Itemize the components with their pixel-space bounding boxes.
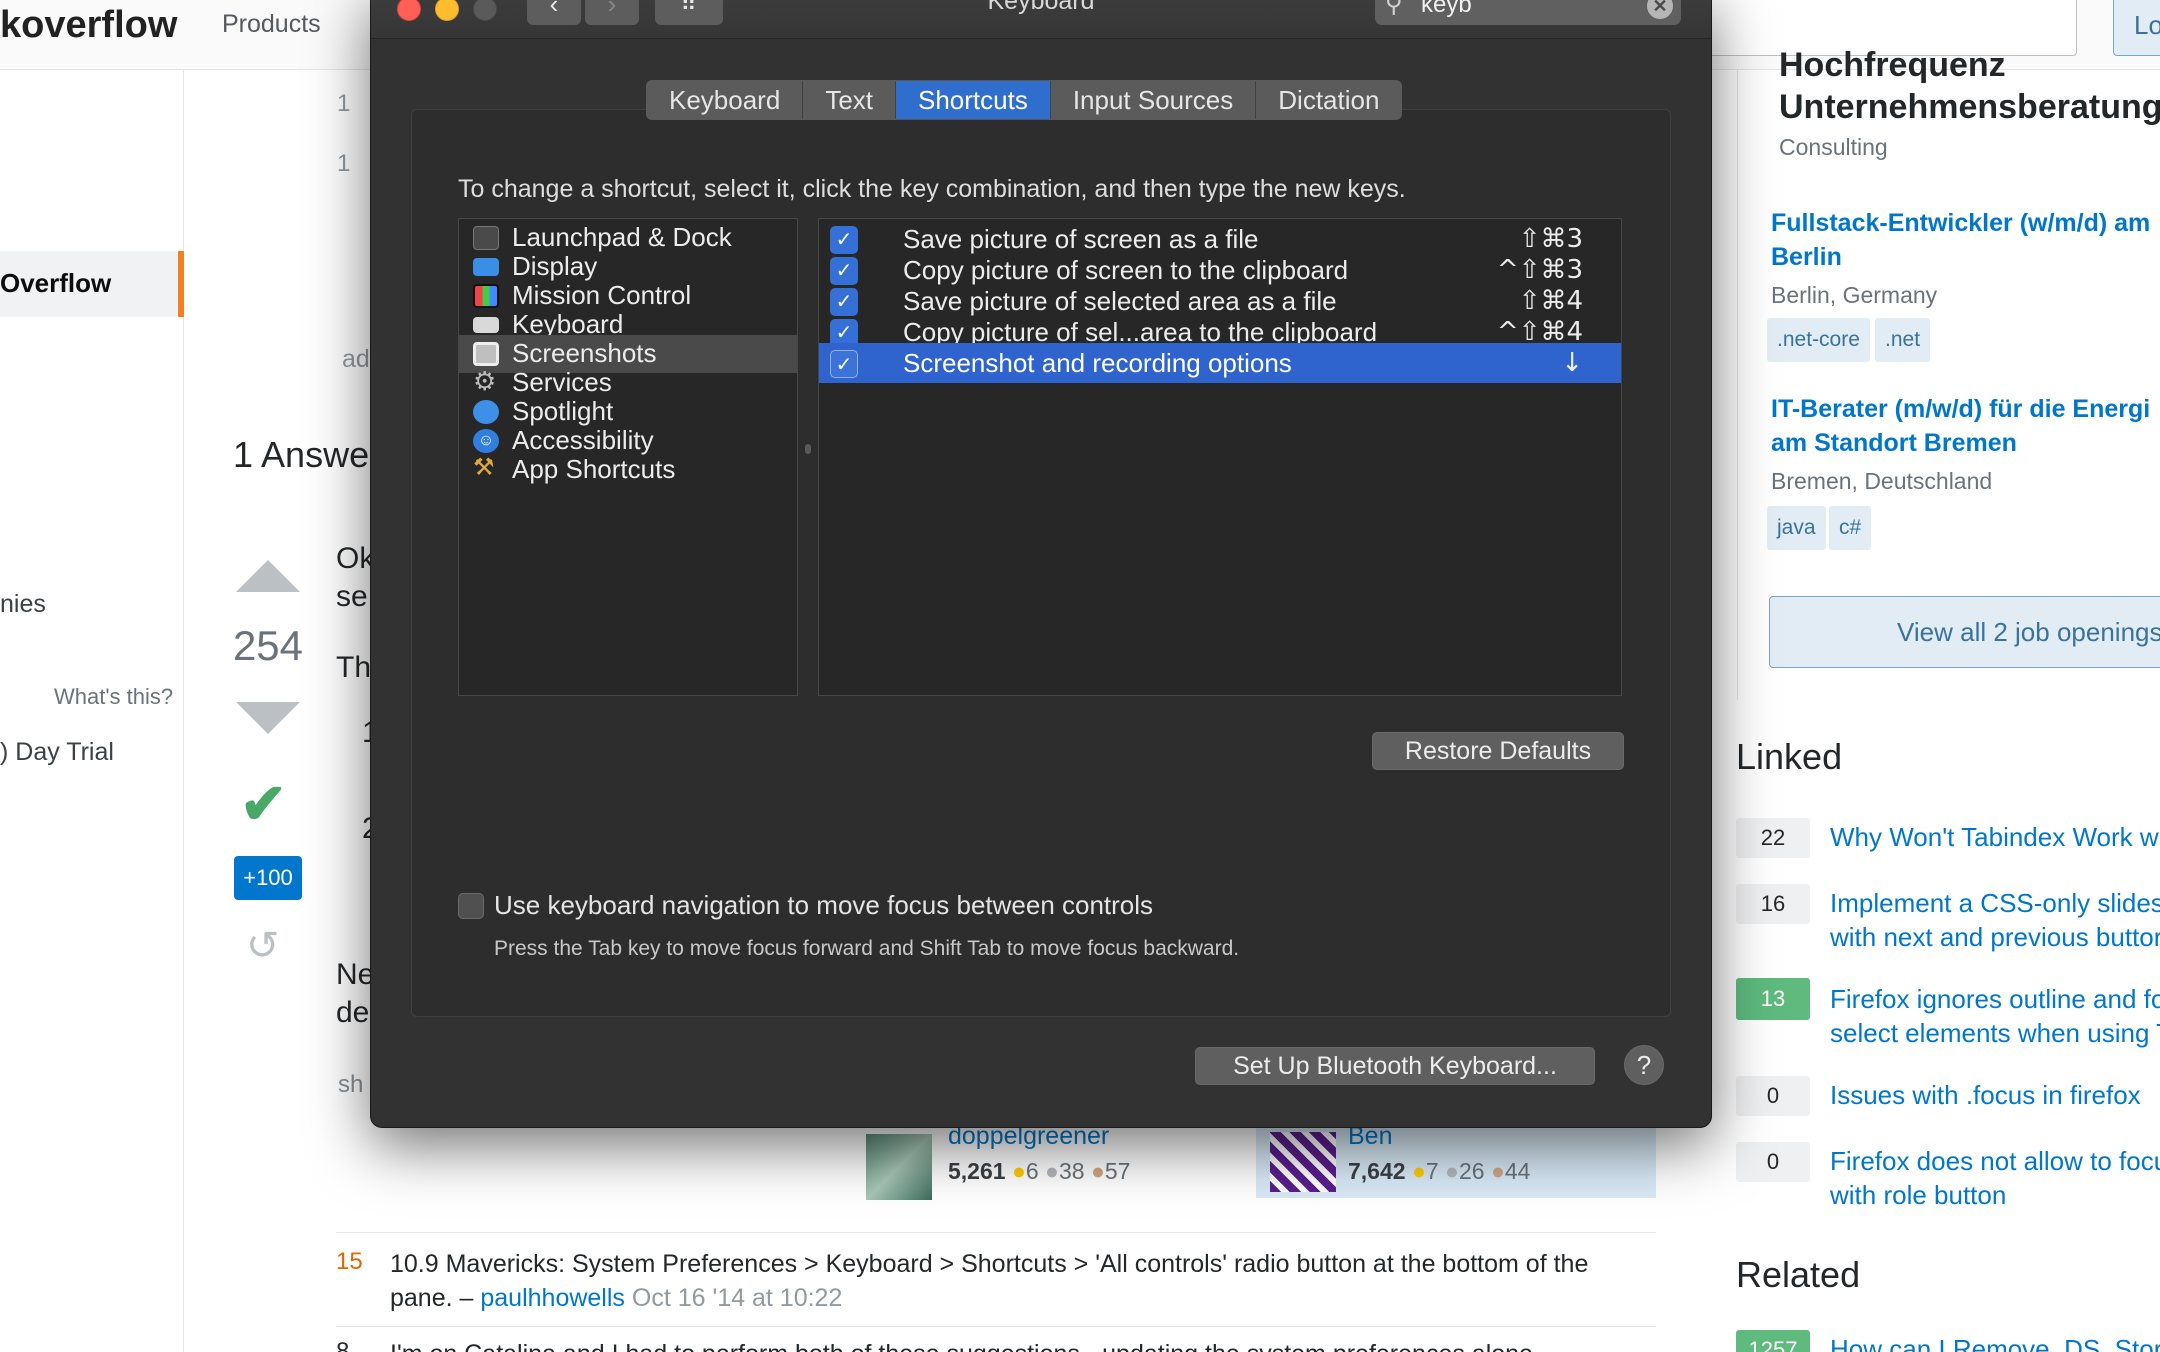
app-shortcuts-icon: ⚒ [473, 454, 495, 481]
avatar[interactable] [1270, 1132, 1336, 1192]
tab-shortcuts[interactable]: Shortcuts [896, 81, 1051, 119]
view-all-jobs-button[interactable]: View all 2 job openings [1769, 596, 2160, 668]
answer-text: Th [336, 651, 372, 684]
shortcut-category-list[interactable]: Launchpad & Dock Display Mission Control… [458, 218, 798, 696]
linked-score: 13 [1736, 978, 1810, 1020]
search-value: keyb [1421, 0, 1472, 18]
linked-question[interactable]: Issues with .focus in firefox [1830, 1078, 2141, 1112]
job-link[interactable]: IT-Berater (m/w/d) für die Energi [1771, 392, 2150, 426]
ad-fragment: ad [342, 345, 370, 373]
whats-this-link[interactable]: What's this? [54, 684, 173, 710]
free-trial-link[interactable]: ) Day Trial [0, 738, 114, 767]
linked-question[interactable]: with role button [1830, 1178, 2006, 1212]
shortcut-list[interactable]: ✓ Save picture of screen as a file ⇧⌘3 ✓… [818, 218, 1622, 696]
linked-question[interactable]: Firefox does not allow to focu [1830, 1144, 2160, 1178]
tab-text[interactable]: Text [803, 81, 896, 119]
tab-input-sources[interactable]: Input Sources [1051, 81, 1257, 119]
bounty-badge[interactable]: +100 [234, 856, 302, 900]
user-card-author: Ben 7,642 ●7 ●26 ●44 [1256, 1122, 1656, 1198]
keyboard-navigation-label[interactable]: Use keyboard navigation to move focus be… [494, 890, 1153, 921]
upvote-arrow-icon[interactable] [236, 560, 300, 592]
category-item-app-shortcuts[interactable]: ⚒ App Shortcuts [459, 451, 797, 489]
question-stat: 1 [337, 150, 351, 177]
job-link[interactable]: Berlin [1771, 240, 1842, 274]
comment: I'm on Catalina and I had to perform bot… [336, 1326, 1656, 1352]
shortcut-instructions: To change a shortcut, select it, click t… [458, 175, 1406, 203]
job-title-fragment: Hochfrequenz [1779, 46, 2006, 84]
comment-user-link[interactable]: paulhhowells [480, 1284, 625, 1312]
keyboard-preferences-window: ‹ › ⠿ Keyboard ⚲ keyb ✕ Keyboard Text Sh… [370, 0, 1712, 1128]
linked-score: 16 [1736, 884, 1810, 924]
job-link[interactable]: Fullstack-Entwickler (w/m/d) am [1771, 206, 2150, 240]
linked-score: 0 [1736, 1076, 1810, 1116]
linked-question[interactable]: select elements when using T [1830, 1016, 2160, 1050]
job-location: Berlin, Germany [1771, 282, 1938, 308]
tag[interactable]: java [1767, 506, 1826, 550]
accessibility-icon: ☺ [473, 429, 499, 453]
avatar[interactable] [866, 1134, 932, 1200]
sidebar-item-companies[interactable]: nies [0, 590, 46, 619]
related-score: 1257 [1736, 1330, 1810, 1352]
keyboard-icon [473, 317, 499, 333]
related-question[interactable]: How can I Remove .DS_Stor [1830, 1332, 2160, 1352]
clear-search-icon[interactable]: ✕ [1647, 0, 1673, 19]
answer-text: se [336, 580, 368, 613]
linked-question[interactable]: Firefox ignores outline and fo [1830, 982, 2160, 1016]
tag[interactable]: .net-core [1767, 318, 1870, 362]
shortcut-keys[interactable]: ↓ [1561, 348, 1583, 378]
linked-heading: Linked [1736, 736, 1843, 777]
keyboard-navigation-hint: Press the Tab key to move focus forward … [494, 937, 1240, 960]
tab-dictation[interactable]: Dictation [1256, 81, 1401, 119]
share-link[interactable]: sh [338, 1071, 363, 1099]
set-up-bluetooth-keyboard-button[interactable]: Set Up Bluetooth Keyboard... [1195, 1047, 1595, 1085]
question-stat: 1 [337, 90, 351, 117]
user-reputation: 5,261 ●6 ●38 ●57 [948, 1158, 1131, 1184]
search-input[interactable]: ⚲ keyb ✕ [1375, 0, 1681, 25]
restore-defaults-button[interactable]: Restore Defaults [1372, 732, 1624, 770]
vote-count: 254 [232, 622, 304, 669]
tab-bar: Keyboard Text Shortcuts Input Sources Di… [646, 80, 1403, 120]
shortcut-enabled-checkbox[interactable]: ✓ [830, 350, 858, 378]
linked-score: 22 [1736, 818, 1810, 858]
login-button[interactable]: Lo [2113, 0, 2160, 56]
sidebar-item-stack-overflow[interactable]: Overflow [0, 251, 184, 317]
history-icon[interactable]: ↺ [246, 926, 280, 966]
services-gear-icon: ⚙ [473, 366, 497, 396]
answer-text: de [336, 996, 370, 1029]
answers-heading: 1 Answe [233, 434, 370, 475]
spotlight-icon [473, 400, 499, 424]
title-bar[interactable]: ‹ › ⠿ Keyboard ⚲ keyb ✕ [371, 0, 1711, 39]
job-category: Consulting [1779, 134, 1888, 160]
comment: 10.9 Mavericks: System Preferences > Key… [336, 1232, 1656, 1326]
job-link[interactable]: am Standort Bremen [1771, 426, 2017, 460]
answer-text: Ne [336, 958, 375, 991]
downvote-arrow-icon[interactable] [236, 702, 300, 734]
user-card-editor: doppelgreener 5,261 ●6 ●38 ●57 [866, 1122, 1226, 1202]
job-company: Unternehmensberatung [1779, 88, 2160, 126]
screenshots-icon [473, 342, 499, 366]
mission-control-icon [473, 284, 499, 308]
linked-score: 0 [1736, 1142, 1810, 1182]
related-heading: Related [1736, 1254, 1861, 1295]
tab-keyboard[interactable]: Keyboard [647, 81, 804, 119]
products-menu[interactable]: Products [222, 10, 321, 39]
answer-text: Ok [336, 542, 375, 575]
accepted-check-icon: ✔ [240, 772, 287, 835]
keyboard-navigation-checkbox[interactable] [458, 893, 484, 919]
linked-question[interactable]: with next and previous buttor [1830, 920, 2160, 954]
tag[interactable]: c# [1829, 506, 1872, 550]
so-logo[interactable]: koverflow [0, 4, 177, 47]
user-reputation: 7,642 ●7 ●26 ●44 [1348, 1158, 1531, 1184]
tag[interactable]: .net [1875, 318, 1931, 362]
linked-question[interactable]: Implement a CSS-only slides [1830, 886, 2160, 920]
shortcut-row-selected[interactable]: ✓ Screenshot and recording options ↓ [819, 343, 1621, 383]
help-button[interactable]: ? [1624, 1045, 1664, 1085]
launchpad-dock-icon [473, 226, 499, 250]
search-icon: ⚲ [1385, 0, 1403, 18]
linked-question[interactable]: Why Won't Tabindex Work w [1830, 820, 2159, 854]
job-location: Bremen, Deutschland [1771, 468, 1993, 494]
display-icon [473, 258, 499, 276]
list-splitter-handle[interactable] [805, 444, 811, 454]
